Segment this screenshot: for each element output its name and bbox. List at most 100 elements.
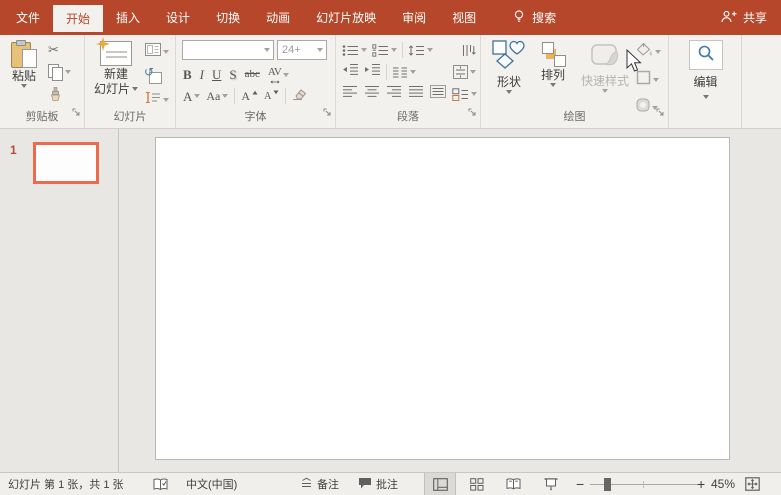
- strikethrough-button[interactable]: abc: [245, 67, 260, 82]
- font-group: 24+ B I U S abc AV A Aa A A 字体: [176, 35, 336, 128]
- reading-view-button[interactable]: [497, 473, 529, 495]
- convert-smartart-button[interactable]: [452, 87, 477, 101]
- new-slide-label-line2: 幻灯片: [93, 82, 130, 96]
- align-right-button[interactable]: [386, 85, 402, 103]
- change-case-button[interactable]: Aa: [206, 89, 229, 104]
- slide-layout-icon: [145, 43, 161, 61]
- bold-button[interactable]: B: [183, 67, 192, 82]
- normal-view-button[interactable]: [424, 473, 456, 495]
- tab-view[interactable]: 视图: [439, 0, 489, 35]
- bullets-button[interactable]: [342, 44, 367, 57]
- tab-review[interactable]: 审阅: [389, 0, 439, 35]
- align-left-button[interactable]: [342, 85, 358, 103]
- slides-group-label: 幻灯片: [113, 111, 147, 123]
- paste-dropdown-caret: [21, 84, 27, 88]
- new-slide-icon: [96, 37, 132, 66]
- numbering-button[interactable]: [372, 43, 397, 57]
- tab-animations[interactable]: 动画: [253, 0, 303, 35]
- quick-styles-label: 快速样式: [580, 74, 629, 88]
- zoom-in-button[interactable]: +: [697, 473, 705, 495]
- editing-label: 编辑: [693, 75, 718, 89]
- slide-layout-button[interactable]: [145, 43, 169, 61]
- slide-number: 1: [10, 143, 17, 157]
- app-window: 文件 开始 插入 设计 切换 动画 幻灯片放映 审阅 视图 搜索 共享 粘贴 ✂…: [0, 0, 781, 495]
- slide-canvas[interactable]: [155, 137, 730, 460]
- slide-sorter-view-button[interactable]: [461, 473, 493, 495]
- language-button[interactable]: 中文(中国): [186, 473, 237, 495]
- new-slide-button[interactable]: 新建 幻灯片: [90, 37, 142, 96]
- quick-styles-button[interactable]: 快速样式: [577, 43, 633, 93]
- copy-button[interactable]: [48, 64, 71, 81]
- copy-icon: [48, 64, 63, 81]
- cut-button[interactable]: ✂: [48, 43, 59, 57]
- slideshow-view-button[interactable]: [535, 473, 567, 495]
- font-name-combo[interactable]: [182, 40, 274, 60]
- align-text-button[interactable]: [453, 65, 476, 79]
- magnifier-icon: [697, 44, 715, 67]
- line-spacing-button[interactable]: [408, 44, 433, 57]
- paste-button[interactable]: 粘贴: [5, 40, 43, 88]
- slide-thumbnail[interactable]: [33, 142, 99, 184]
- clipboard-dialog-launcher[interactable]: [72, 104, 81, 122]
- font-size-value: 24+: [282, 44, 301, 56]
- increase-indent-button[interactable]: [364, 63, 381, 81]
- font-color-button[interactable]: A: [183, 89, 201, 104]
- magnifier-box: [689, 40, 723, 70]
- font-group-label: 字体: [244, 111, 267, 123]
- columns-button[interactable]: [392, 66, 416, 79]
- section-icon: [145, 91, 161, 109]
- font-name-caret: [263, 48, 270, 52]
- tab-home[interactable]: 开始: [53, 5, 104, 32]
- section-button[interactable]: [145, 91, 169, 109]
- drawing-dialog-launcher[interactable]: [656, 104, 665, 122]
- paragraph-group-label: 段落: [397, 111, 419, 123]
- justify-button[interactable]: [408, 85, 424, 103]
- reset-slide-icon: ↺: [144, 65, 162, 84]
- font-size-combo[interactable]: 24+: [277, 40, 327, 60]
- ribbon: 粘贴 ✂ 剪贴板 新建 幻灯片 ↺ 幻灯片 24+ B I U S abc AV…: [0, 35, 781, 151]
- new-slide-label-line1: 新建: [103, 67, 128, 81]
- zoom-out-button[interactable]: −: [576, 473, 584, 495]
- character-spacing-button[interactable]: AV: [268, 65, 290, 84]
- tell-me-search[interactable]: 搜索: [499, 0, 569, 35]
- font-dialog-launcher[interactable]: [323, 104, 332, 122]
- text-direction-button[interactable]: [461, 44, 476, 57]
- share-button[interactable]: 共享: [721, 0, 767, 35]
- shapes-icon: [492, 40, 526, 74]
- zoom-slider-midtick: [643, 481, 644, 488]
- notes-button[interactable]: 备注: [300, 473, 339, 495]
- zoom-slider-thumb[interactable]: [604, 478, 611, 491]
- text-shadow-button[interactable]: S: [229, 67, 236, 82]
- font-size-caret: [316, 48, 323, 52]
- tab-insert[interactable]: 插入: [103, 0, 153, 35]
- grow-font-button[interactable]: A: [241, 89, 258, 104]
- tab-slideshow[interactable]: 幻灯片放映: [303, 0, 389, 35]
- paste-label: 粘贴: [11, 69, 36, 83]
- shrink-font-button[interactable]: A: [264, 89, 279, 104]
- arrange-button[interactable]: 排列: [533, 42, 573, 87]
- italic-button[interactable]: I: [200, 67, 204, 82]
- reset-slide-button[interactable]: ↺: [144, 65, 162, 84]
- align-center-button[interactable]: [364, 85, 380, 103]
- workspace: 1: [0, 129, 781, 472]
- decrease-indent-button[interactable]: [342, 63, 359, 81]
- notes-icon: [300, 477, 313, 492]
- arrange-icon: [541, 42, 566, 67]
- tab-design[interactable]: 设计: [153, 0, 203, 35]
- fit-slide-button[interactable]: [745, 473, 760, 495]
- tab-file[interactable]: 文件: [3, 0, 53, 35]
- slides-group: 新建 幻灯片 ↺ 幻灯片: [85, 35, 176, 128]
- slide-info: 幻灯片 第 1 张，共 1 张: [8, 479, 124, 491]
- comments-button[interactable]: 批注: [358, 473, 398, 495]
- clipboard-group: 粘贴 ✂ 剪贴板: [0, 35, 85, 128]
- spellcheck-button[interactable]: [153, 473, 168, 495]
- paragraph-dialog-launcher[interactable]: [468, 104, 477, 122]
- underline-button[interactable]: U: [212, 67, 221, 82]
- format-painter-button[interactable]: [48, 87, 62, 107]
- tab-transitions[interactable]: 切换: [203, 0, 253, 35]
- editing-group: 编辑: [669, 35, 742, 128]
- zoom-level[interactable]: 45%: [711, 473, 735, 495]
- distribute-button[interactable]: [430, 85, 446, 103]
- shapes-button[interactable]: 形状: [489, 40, 529, 94]
- clear-formatting-button[interactable]: [292, 87, 307, 105]
